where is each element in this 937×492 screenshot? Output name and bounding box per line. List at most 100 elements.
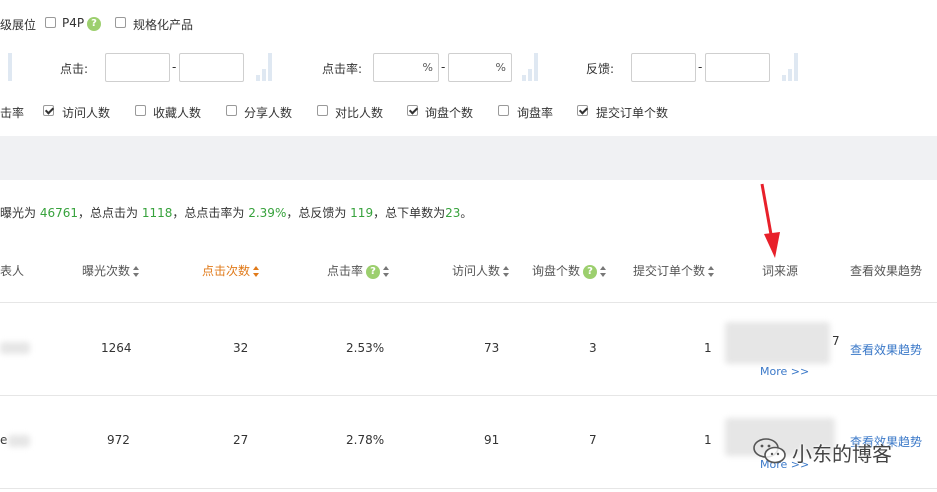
column-checkbox-favorites[interactable] (135, 105, 146, 116)
wechat-icon (753, 438, 786, 464)
row2-impressions: 972 (107, 433, 130, 447)
row-divider (0, 302, 937, 303)
feedback-max-input[interactable] (705, 53, 770, 82)
column-checkbox-compare[interactable] (317, 105, 328, 116)
header-inquiries[interactable]: 询盘个数? (532, 262, 607, 279)
row1-inquiries: 3 (589, 341, 597, 355)
column-checkbox-inquiries[interactable] (407, 105, 418, 116)
header-clicks-label: 点击次数 (202, 264, 251, 278)
blurred-source (725, 322, 830, 364)
summary-text-6: 。 (460, 206, 473, 220)
row1-orders: 1 (704, 341, 712, 355)
summary-text-5: ，总下单数为 (373, 206, 446, 220)
click-max-input[interactable] (179, 53, 244, 82)
feedback-min-input[interactable] (631, 53, 696, 82)
column-label-ctr: 击率 (0, 106, 25, 120)
red-arrow-icon (760, 183, 780, 258)
sort-icon[interactable] (600, 266, 607, 277)
column-label-orders: 提交订单个数 (596, 106, 669, 120)
sort-icon[interactable] (708, 266, 715, 277)
feedback-label: 反馈: (586, 62, 615, 76)
summary-line: 曝光为 46761，总点击为 1118，总点击率为 2.39%，总反馈为 119… (0, 204, 472, 221)
header-impressions[interactable]: 曝光次数 (82, 262, 140, 279)
row-divider (0, 488, 937, 489)
bar-chart-icon (0, 53, 24, 81)
p4p-help-icon[interactable]: ? (87, 17, 101, 31)
row2-visitors: 91 (484, 433, 500, 447)
summary-feedback: 119 (350, 206, 374, 220)
summary-impressions: 46761 (39, 206, 79, 220)
row1-more-link[interactable]: More >> (760, 365, 809, 378)
header-ctr[interactable]: 点击率? (327, 262, 390, 279)
sort-icon[interactable] (383, 266, 390, 277)
column-label-compare: 对比人数 (335, 106, 384, 120)
header-source: 词来源 (762, 264, 799, 278)
ctr-max-unit: % (495, 61, 506, 74)
header-clicks[interactable]: 点击次数 (202, 262, 260, 279)
ctr-range-separator: - (441, 60, 446, 74)
row1-impressions: 1264 (101, 341, 132, 355)
ctr-min-input[interactable]: % (373, 53, 439, 82)
column-label-shares: 分享人数 (244, 106, 293, 120)
click-label: 点击: (60, 62, 89, 76)
column-checkbox-visitors[interactable] (43, 105, 54, 116)
summary-text-1: 曝光为 (0, 206, 40, 220)
row-divider (0, 395, 937, 396)
row2-clicks: 27 (233, 433, 249, 447)
header-inquiries-label: 询盘个数 (532, 264, 581, 278)
summary-text-2: ，总点击为 (78, 206, 142, 220)
summary-text-4: ，总反馈为 (286, 206, 351, 220)
inquiries-help-icon[interactable]: ? (583, 264, 598, 279)
row1-trend-link[interactable]: 查看效果趋势 (850, 341, 922, 358)
summary-clicks: 1118 (141, 206, 173, 220)
column-checkbox-shares[interactable] (226, 105, 237, 116)
header-trend: 查看效果趋势 (850, 264, 923, 278)
column-checkbox-orders[interactable] (577, 105, 588, 116)
ctr-max-input[interactable]: % (448, 53, 512, 82)
header-visitors[interactable]: 访问人数 (452, 262, 510, 279)
row2-inquiries: 7 (589, 433, 597, 447)
click-min-input[interactable] (105, 53, 170, 82)
blurred-keyword (0, 342, 30, 354)
p4p-checkbox[interactable] (45, 17, 56, 28)
click-bar-chart-icon[interactable] (254, 53, 278, 81)
column-checkbox-inquiry-rate[interactable] (498, 105, 509, 116)
row1-ctr: 2.53% (346, 341, 385, 355)
watermark-text: 小东的博客 (792, 442, 892, 466)
summary-ctr: 2.39% (248, 206, 287, 220)
row1-visitors: 73 (484, 341, 500, 355)
filter-label-booth: 级展位 (0, 18, 37, 32)
sort-icon[interactable] (503, 266, 510, 277)
row2-prefix: e (0, 433, 8, 447)
standard-product-checkbox[interactable] (115, 17, 126, 28)
header-orders-label: 提交订单个数 (633, 264, 706, 278)
click-range-separator: - (172, 60, 177, 74)
sort-icon[interactable] (253, 266, 260, 277)
column-label-favorites: 收藏人数 (153, 106, 202, 120)
ctr-label: 点击率: (322, 62, 363, 76)
header-col0: 表人 (0, 264, 25, 278)
header-ctr-label: 点击率 (327, 264, 364, 278)
ctr-help-icon[interactable]: ? (366, 264, 381, 279)
column-label-inquiry-rate: 询盘率 (517, 106, 554, 120)
header-orders[interactable]: 提交订单个数 (633, 262, 715, 279)
summary-text-3: ，总点击率为 (172, 206, 249, 220)
sort-icon[interactable] (133, 266, 140, 277)
feedback-bar-chart-icon[interactable] (780, 53, 804, 81)
row1-clicks: 32 (233, 341, 249, 355)
ctr-bar-chart-icon[interactable] (520, 53, 544, 81)
column-label-visitors: 访问人数 (62, 106, 111, 120)
header-visitors-label: 访问人数 (452, 264, 501, 278)
header-impressions-label: 曝光次数 (82, 264, 131, 278)
column-label-inquiries: 询盘个数 (425, 106, 474, 120)
row2-orders: 1 (704, 433, 712, 447)
blurred-keyword (8, 435, 30, 447)
row2-ctr: 2.78% (346, 433, 385, 447)
feedback-range-separator: - (698, 60, 703, 74)
p4p-label: P4P (62, 16, 85, 30)
toolbar-band (0, 136, 937, 180)
row1-source-tail: 7 (832, 334, 840, 348)
standard-product-label: 规格化产品 (133, 18, 194, 32)
summary-orders: 23 (445, 206, 461, 220)
ctr-min-unit: % (422, 61, 433, 74)
